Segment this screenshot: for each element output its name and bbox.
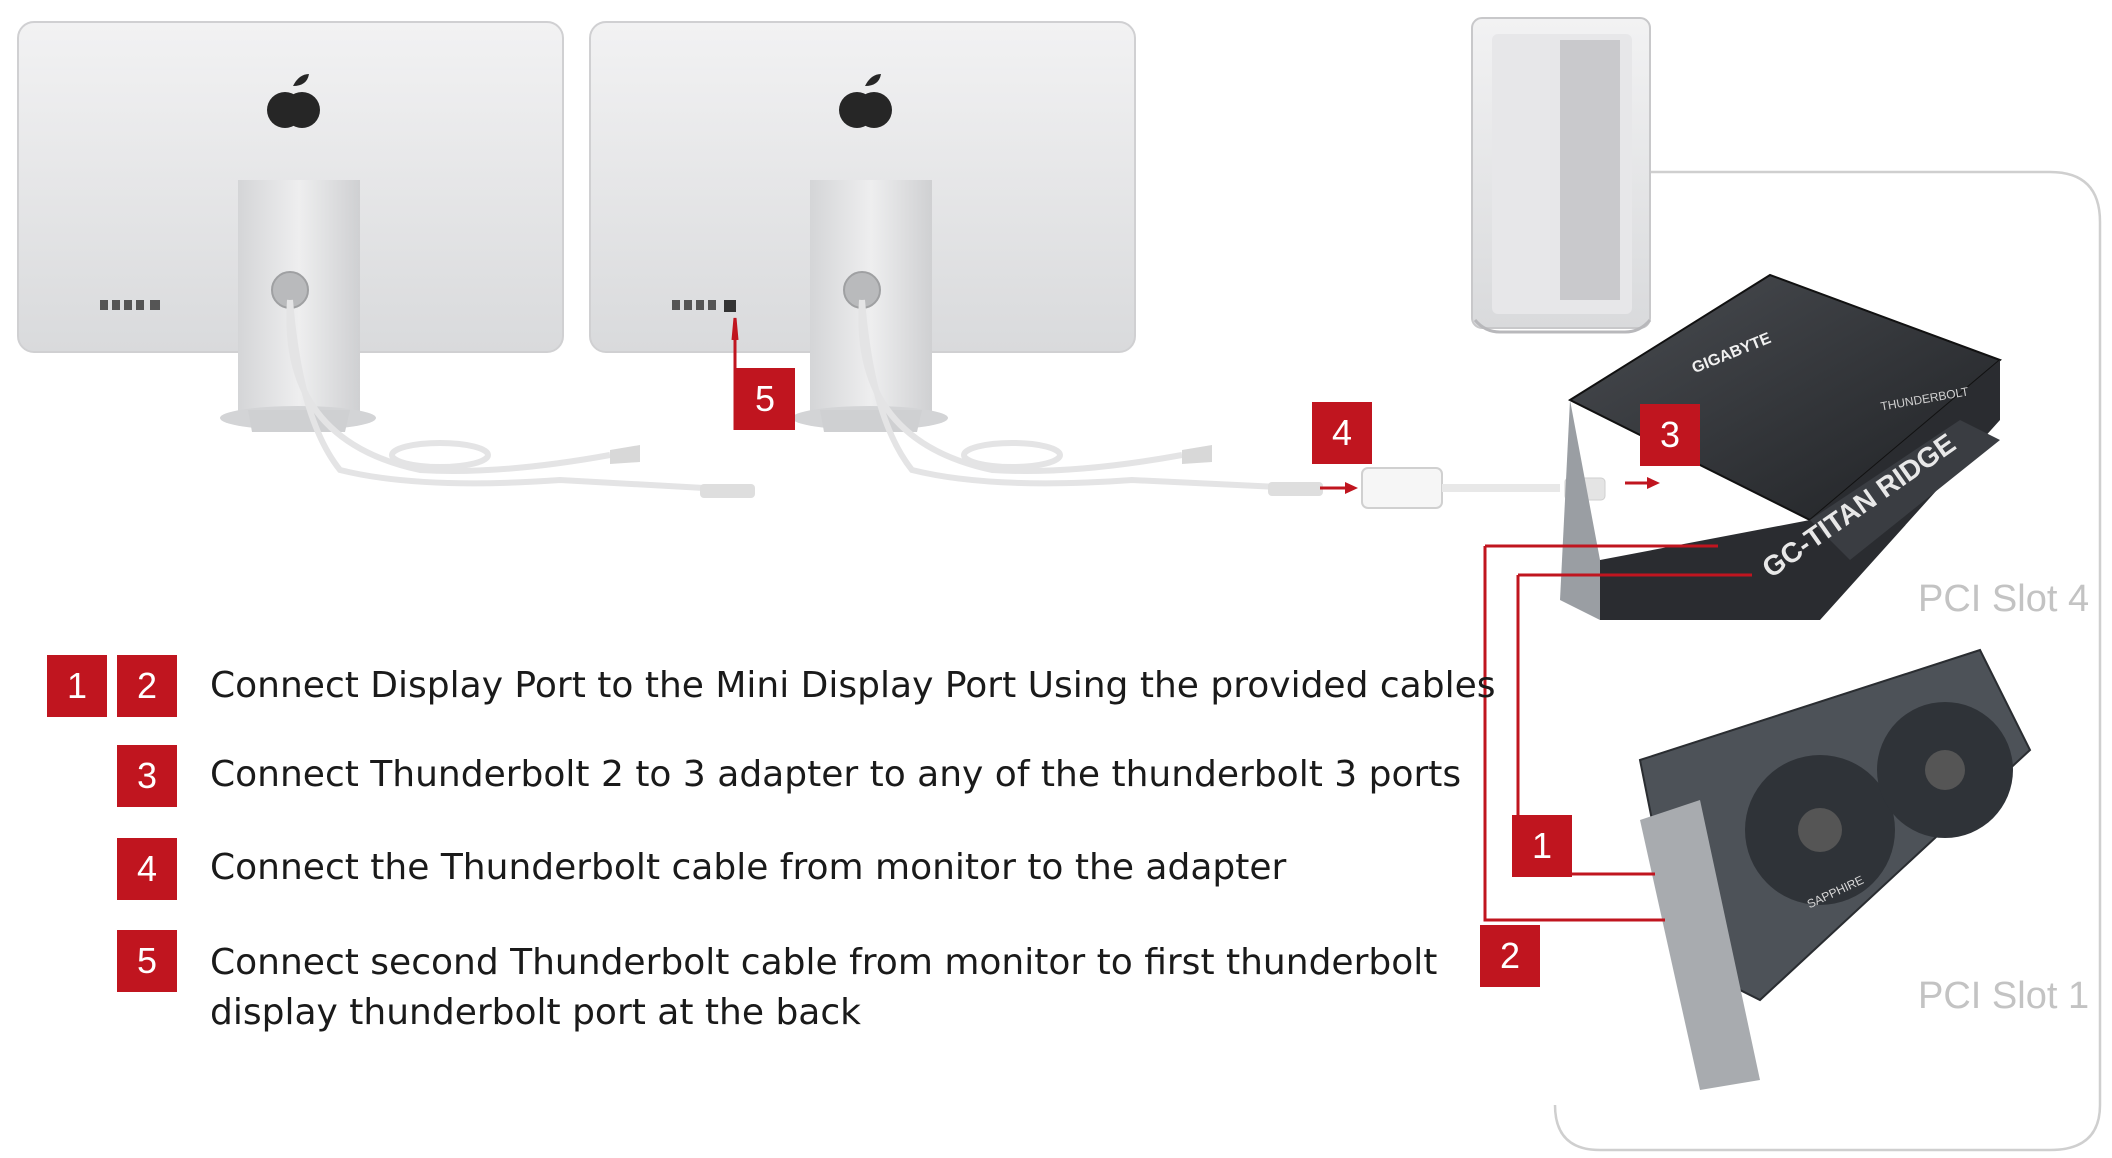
step-text-1-2: Connect Display Port to the Mini Display… bbox=[210, 665, 1496, 706]
callout-1: 1 bbox=[1512, 815, 1572, 877]
step-badge-5: 5 bbox=[117, 930, 177, 992]
step-text-4: Connect the Thunderbolt cable from monit… bbox=[210, 847, 1287, 888]
step-text-3: Connect Thunderbolt 2 to 3 adapter to an… bbox=[210, 754, 1462, 795]
step-badge-4: 4 bbox=[117, 838, 177, 900]
step-badge-1: 1 bbox=[47, 655, 107, 717]
callout-2: 2 bbox=[1480, 925, 1540, 987]
step-text-5-line2: display thunderbolt port at the back bbox=[210, 992, 862, 1033]
callout-3: 3 bbox=[1640, 404, 1700, 466]
sapphire-gpu bbox=[1638, 648, 2032, 1090]
slot-label-top: PCI Slot 4 bbox=[1918, 578, 2090, 620]
callout-5: 5 bbox=[735, 368, 795, 430]
step-badge-3: 3 bbox=[117, 745, 177, 807]
monitor-right bbox=[589, 21, 1323, 496]
step-text-5-line1: Connect second Thunderbolt cable from mo… bbox=[210, 942, 1438, 983]
step-badge-2: 2 bbox=[117, 655, 177, 717]
mac-pro bbox=[1471, 17, 1652, 334]
slot-label-bottom: PCI Slot 1 bbox=[1918, 975, 2090, 1017]
callout-4: 4 bbox=[1312, 402, 1372, 464]
